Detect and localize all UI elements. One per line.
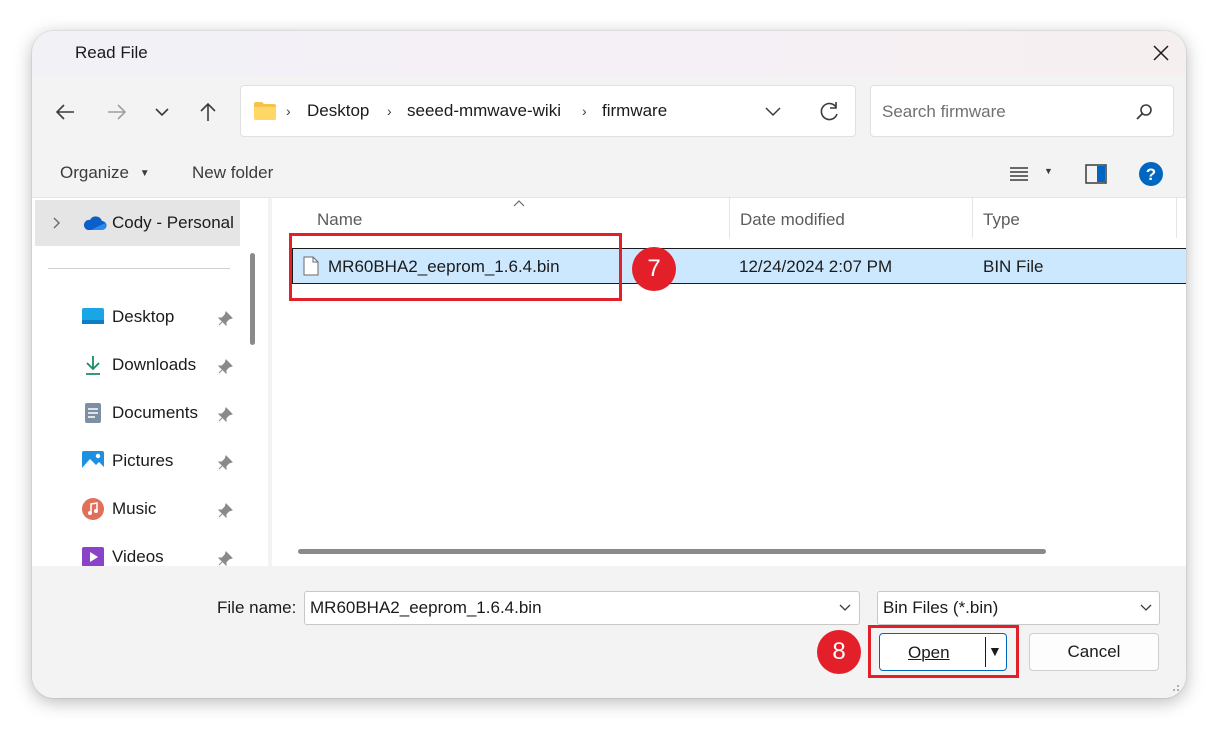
chevron-down-icon [1140,604,1152,611]
breadcrumb-seeed-mmwave-wiki[interactable]: seeed-mmwave-wiki [407,101,561,121]
organize-label: Organize [60,163,129,182]
nav-item-downloads[interactable]: Downloads [82,348,196,382]
search-box[interactable]: Search firmware [870,85,1174,137]
breadcrumb-firmware[interactable]: firmware [602,101,667,121]
cancel-button[interactable]: Cancel [1029,633,1159,671]
column-header-row: Name Date modified Type [272,198,1186,238]
annotation-badge-step-7: 7 [632,247,676,291]
arrow-up-icon [200,102,216,121]
pin-icon[interactable] [217,407,233,423]
nav-item-videos[interactable]: Videos [82,540,164,566]
file-name-label: File name: [217,598,297,617]
nav-item-documents[interactable]: Documents [82,396,198,430]
preview-pane-icon[interactable] [1085,164,1107,184]
file-type-value: Bin Files (*.bin) [883,598,999,617]
cloud-icon [83,216,107,230]
arrow-left-icon [55,104,74,120]
folder-icon [254,102,276,120]
new-folder-button[interactable]: New folder [192,163,273,183]
view-options-button[interactable]: ▼ [1008,163,1054,185]
help-icon[interactable]: ? [1138,161,1164,187]
pin-icon[interactable] [217,551,233,566]
music-icon [82,498,104,520]
column-header-name[interactable]: Name [317,210,362,230]
nav-item-label: Desktop [112,307,175,326]
address-bar[interactable]: › Desktop › seeed-mmwave-wiki › firmware [240,85,856,137]
refresh-icon[interactable] [818,101,840,123]
pin-icon[interactable] [217,359,233,375]
column-divider[interactable] [1176,198,1177,238]
nav-item-music[interactable]: Music [82,492,156,526]
column-divider[interactable] [972,198,973,238]
chevron-down-icon[interactable] [839,604,851,612]
svg-text:?: ? [1146,165,1156,184]
organize-button[interactable]: Organize ▼ [60,163,150,183]
list-view-icon [1010,167,1028,181]
caret-down-icon: ▼ [1044,166,1053,176]
nav-pane-scrollbar[interactable] [250,253,255,345]
back-button[interactable] [48,95,82,129]
nav-item-label: Music [112,499,157,518]
documents-icon [82,402,104,424]
navigation-bar: › Desktop › seeed-mmwave-wiki › firmware… [32,75,1186,151]
chevron-down-icon[interactable] [765,107,781,117]
nav-item-label: Downloads [112,355,197,374]
close-icon [1153,45,1169,61]
chevron-right-icon: › [286,103,291,119]
nav-item-onedrive[interactable]: Cody - Personal [35,200,240,246]
file-date-modified: 12/24/2024 2:07 PM [739,257,893,276]
arrow-right-icon [108,104,127,120]
search-icon [1136,104,1152,120]
annotation-badge-step-8: 8 [817,630,861,674]
videos-icon [82,546,104,566]
breadcrumb-desktop[interactable]: Desktop [307,101,369,121]
window-title: Read File [75,43,148,62]
file-name-field[interactable]: MR60BHA2_eeprom_1.6.4.bin [304,591,860,625]
command-bar: Organize ▼ New folder ▼ ? [32,151,1186,198]
file-type: BIN File [983,257,1044,276]
chevron-right-icon[interactable] [53,217,61,229]
column-divider[interactable] [729,198,730,238]
nav-item-pictures[interactable]: Pictures [82,444,173,478]
pin-icon[interactable] [217,311,233,327]
nav-item-label: Videos [112,547,164,566]
column-header-type[interactable]: Type [983,210,1020,230]
chevron-right-icon: › [582,103,587,119]
close-button[interactable] [1136,31,1186,75]
title-bar: Read File [32,31,1186,75]
column-header-date-modified[interactable]: Date modified [740,210,845,230]
resize-grip-icon[interactable] [1170,682,1180,692]
nav-item-label: Pictures [112,451,174,470]
sort-ascending-icon [513,200,525,207]
download-icon [82,354,104,376]
nav-separator [48,268,230,269]
file-type-select[interactable]: Bin Files (*.bin) [877,591,1160,625]
annotation-highlight-open [868,625,1019,678]
file-name-input[interactable]: MR60BHA2_eeprom_1.6.4.bin [310,598,542,618]
forward-button[interactable] [100,95,134,129]
file-list-horizontal-scrollbar[interactable] [298,549,1046,554]
nav-item-desktop[interactable]: Desktop [82,300,174,334]
chevron-down-icon [155,108,169,117]
navigation-pane: Cody - Personal Desktop Downloads Docume… [32,198,268,566]
pin-icon[interactable] [217,455,233,471]
read-file-dialog: Read File › Desktop › seeed-mmwave-wiki … [32,31,1186,698]
annotation-highlight-file [289,233,622,301]
pictures-icon [82,450,104,472]
nav-item-label: Cody - Personal [112,213,234,232]
desktop-icon [82,306,104,328]
search-input[interactable]: Search firmware [882,102,1006,122]
caret-down-icon: ▼ [139,168,150,179]
nav-item-label: Documents [112,403,198,422]
chevron-right-icon: › [387,103,392,119]
pin-icon[interactable] [217,503,233,519]
up-button[interactable] [191,95,225,129]
recent-locations-button[interactable] [145,95,179,129]
